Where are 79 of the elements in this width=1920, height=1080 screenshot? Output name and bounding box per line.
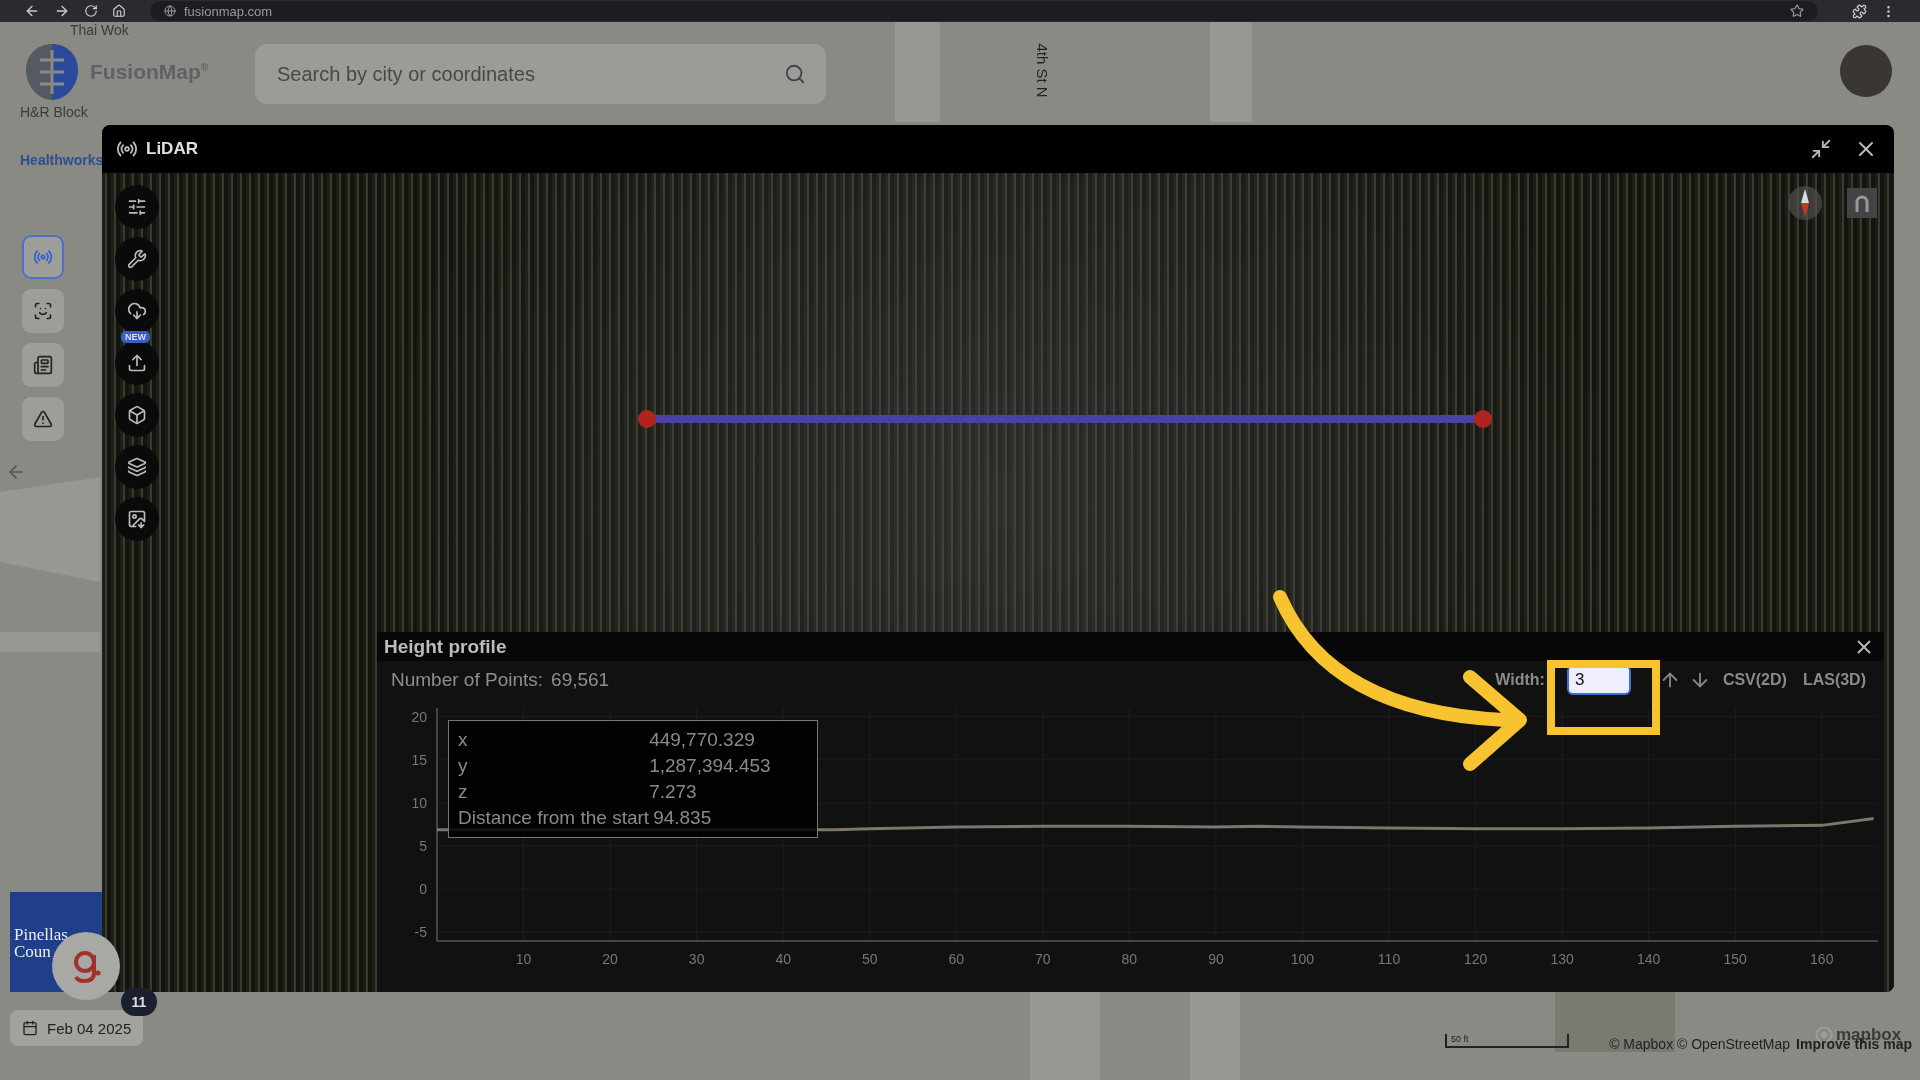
x-tick-label: 60 — [948, 951, 965, 967]
x-tick-label: 40 — [775, 951, 791, 967]
export-button[interactable]: LAS(3D) — [1798, 670, 1870, 689]
extensions-icon[interactable] — [1852, 3, 1867, 19]
x-tick-label: 90 — [1208, 951, 1224, 967]
panel-title: Height profile — [384, 635, 508, 658]
scan-icon — [33, 301, 53, 321]
y-tick-label: 10 — [411, 794, 427, 811]
image-download-icon — [127, 509, 147, 529]
map-label: Thai Wok — [70, 22, 129, 38]
x-tick-label: 50 — [861, 951, 878, 967]
x-tick-label: 10 — [515, 951, 532, 967]
compass-icon[interactable] — [1787, 185, 1823, 221]
sliders-icon — [127, 197, 147, 217]
antenna-icon — [33, 247, 53, 267]
magnet-button[interactable] — [1847, 188, 1877, 218]
tooltip-label: x — [458, 729, 469, 751]
map-label: H&R Block — [20, 104, 88, 120]
tooltip-value: 449,770.329 — [649, 729, 756, 751]
magnet-icon — [1854, 194, 1870, 212]
tooltip-label: Distance from the start — [458, 807, 650, 829]
wrench-icon — [127, 249, 147, 269]
y-tick-label: -5 — [414, 924, 427, 941]
points-value: 69,561 — [551, 668, 610, 691]
forward-icon[interactable] — [54, 3, 70, 19]
sidebar-button[interactable] — [22, 397, 64, 441]
x-tick-label: 120 — [1463, 951, 1488, 967]
letter-g-logo-icon — [71, 949, 101, 983]
tooltip-label: y — [458, 755, 469, 777]
cube-icon — [127, 405, 147, 425]
x-tick-label: 160 — [1810, 951, 1834, 967]
user-avatar[interactable] — [1840, 45, 1892, 97]
y-tick-label: 15 — [411, 751, 427, 768]
reload-icon[interactable] — [84, 4, 98, 18]
width-label: Width: — [1495, 670, 1545, 689]
date-picker[interactable]: Feb 04 2025 — [10, 1010, 144, 1046]
x-tick-label: 80 — [1121, 951, 1138, 967]
search-bar[interactable]: Search by city or coordinates — [255, 44, 826, 104]
x-tick-label: 140 — [1636, 951, 1661, 967]
search-icon[interactable] — [784, 63, 806, 85]
layers-icon — [127, 457, 147, 477]
tooltip-value: 94.835 — [652, 807, 713, 829]
export-button[interactable]: CSV(2D) — [1718, 670, 1791, 689]
star-icon[interactable] — [1790, 4, 1804, 18]
notification-count: 11 — [121, 988, 157, 1016]
scale-bar: 50 ft — [1445, 1034, 1569, 1048]
calendar-icon — [22, 1020, 38, 1036]
x-tick-label: 150 — [1723, 951, 1747, 967]
x-tick-label: 100 — [1290, 951, 1315, 967]
x-tick-label: 110 — [1377, 951, 1401, 967]
y-tick-label: 0 — [419, 881, 427, 898]
y-tick-label: 20 — [411, 708, 427, 725]
collapse-icon — [1810, 138, 1832, 160]
x-tick-label: 130 — [1550, 951, 1574, 967]
cloud-download-icon — [127, 301, 147, 321]
document-icon — [33, 355, 53, 375]
points-label: Number of Points: — [391, 668, 544, 691]
x-tick-label: 70 — [1035, 951, 1051, 967]
x-tick-label: 20 — [602, 951, 618, 967]
map-label: Healthworks — [20, 152, 104, 168]
window-title: LiDAR — [146, 139, 199, 159]
attribution-text: © Mapbox © OpenStreetMap — [1609, 1036, 1791, 1052]
warning-icon — [33, 409, 53, 429]
tooltip-label: z — [458, 781, 469, 803]
tooltip-value: 1,287,394.453 — [649, 755, 772, 777]
globe-icon — [164, 5, 176, 17]
tooltip-value: 7.273 — [649, 781, 698, 803]
upload-icon — [127, 353, 147, 373]
x-tick-label: 30 — [688, 951, 705, 967]
sidebar-button[interactable] — [22, 343, 64, 387]
search-field[interactable]: Search by city or coordinates — [275, 61, 784, 87]
home-icon[interactable] — [112, 4, 126, 18]
new-badge: NEW — [121, 331, 150, 343]
sidebar-button[interactable] — [22, 289, 64, 333]
url-text: fusionmap.com — [184, 3, 273, 19]
y-tick-label: 5 — [419, 838, 427, 855]
map-label: 4th St N — [1033, 43, 1051, 98]
address-bar[interactable]: fusionmap.com — [150, 1, 1818, 21]
back-icon[interactable] — [24, 3, 40, 19]
